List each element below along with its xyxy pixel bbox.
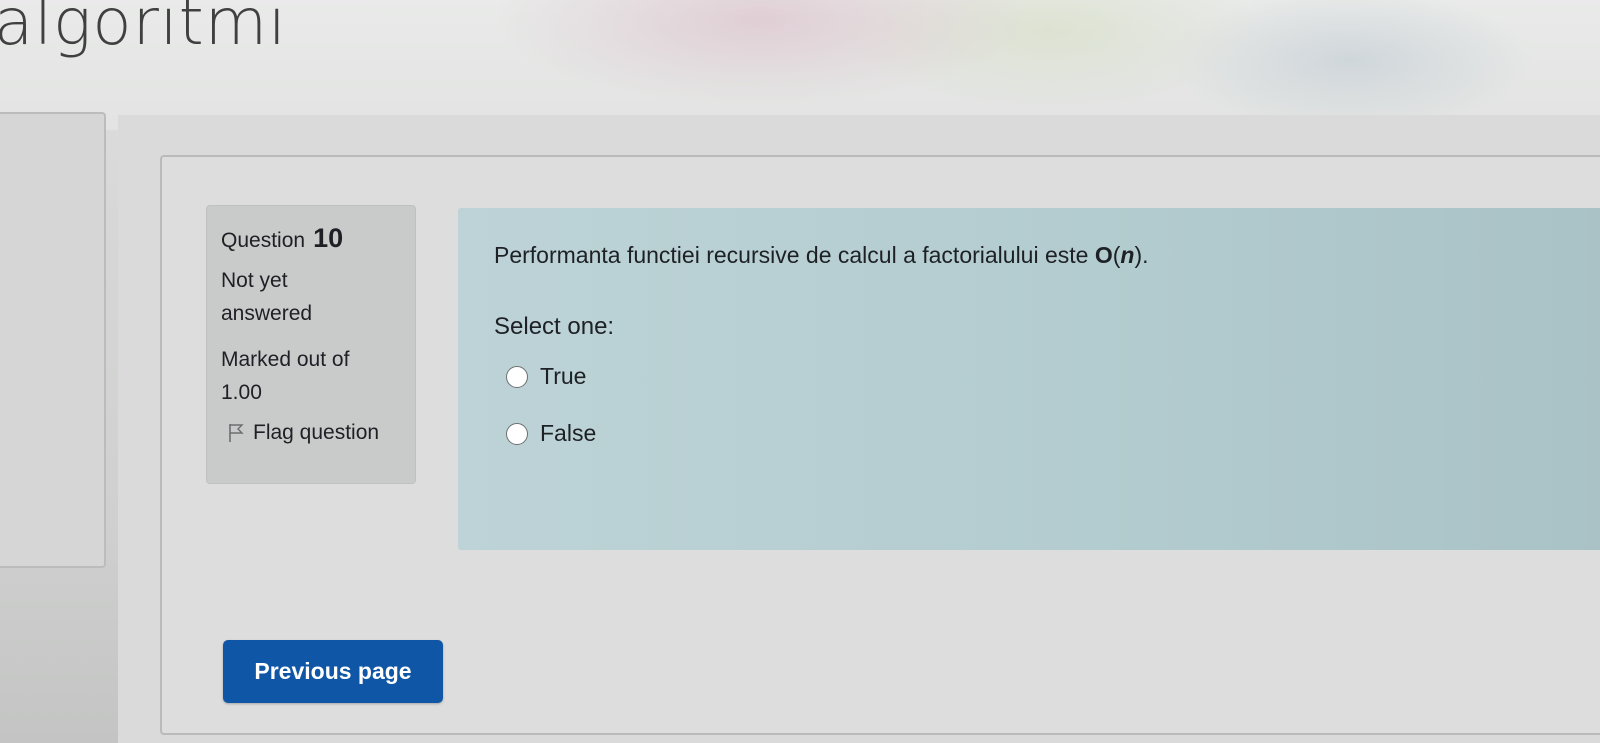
question-state: Not yet answered bbox=[221, 269, 313, 325]
site-title: algoritmi bbox=[0, 0, 287, 60]
question-number: Question 10 bbox=[221, 223, 403, 254]
question-info-box: Question 10 Not yet answered Marked out … bbox=[206, 205, 416, 484]
question-number-value: 10 bbox=[313, 223, 344, 253]
answer-option-false[interactable]: False bbox=[506, 420, 1600, 447]
flag-question-label: Flag question bbox=[253, 421, 380, 444]
question-text: Performanta functiei recursive de calcul… bbox=[494, 242, 1600, 269]
question-label: Question bbox=[221, 229, 306, 252]
left-drawer-panel bbox=[0, 112, 106, 568]
complexity-paren-close: ). bbox=[1134, 242, 1149, 268]
flag-icon bbox=[227, 423, 245, 443]
question-grade: Marked out of 1.00 bbox=[221, 348, 350, 404]
answer-option-true[interactable]: True bbox=[506, 363, 1600, 390]
page-header: algoritmi bbox=[0, 0, 1600, 130]
complexity-var: n bbox=[1120, 242, 1135, 268]
answer-label-true: True bbox=[540, 363, 587, 389]
answer-label-false: False bbox=[540, 420, 597, 446]
question-text-body: Performanta functiei recursive de calcul… bbox=[494, 242, 1095, 268]
flag-question-link[interactable]: Flag question bbox=[221, 421, 403, 445]
radio-false[interactable] bbox=[506, 422, 528, 445]
radio-true[interactable] bbox=[506, 365, 528, 388]
previous-page-button[interactable]: Previous page bbox=[223, 640, 443, 703]
complexity-o: O bbox=[1094, 242, 1113, 268]
answer-prompt: Select one: bbox=[494, 313, 615, 340]
question-formulation: Performanta functiei recursive de calcul… bbox=[458, 208, 1600, 550]
